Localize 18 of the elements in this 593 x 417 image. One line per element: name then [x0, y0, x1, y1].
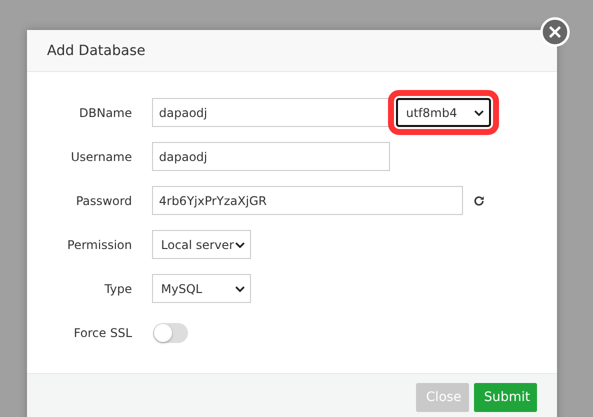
chevron-icon — [235, 286, 245, 292]
chevron-icon — [474, 110, 484, 116]
refresh-icon[interactable] — [473, 194, 485, 207]
field-label: Force SSL — [72, 326, 133, 340]
field-label: DBName — [78, 106, 133, 120]
dialog-title: Add Database — [47, 42, 146, 58]
dropdown-select[interactable]: MySQL — [152, 274, 251, 304]
field-label: Type — [103, 282, 133, 296]
toggle-switch[interactable] — [153, 322, 188, 343]
input-field[interactable]: 4rb6YjxPrYzaXjGR — [152, 186, 463, 216]
field-label: Permission — [66, 238, 133, 252]
field-label: Username — [70, 150, 133, 164]
chevron-icon — [235, 242, 245, 248]
field-label: Password — [74, 194, 133, 208]
input-field[interactable]: dapaodj — [152, 142, 390, 172]
input-field[interactable]: dapaodj — [152, 98, 390, 128]
dropdown-select[interactable]: Local server — [152, 230, 251, 260]
close-icon[interactable] — [540, 17, 570, 47]
